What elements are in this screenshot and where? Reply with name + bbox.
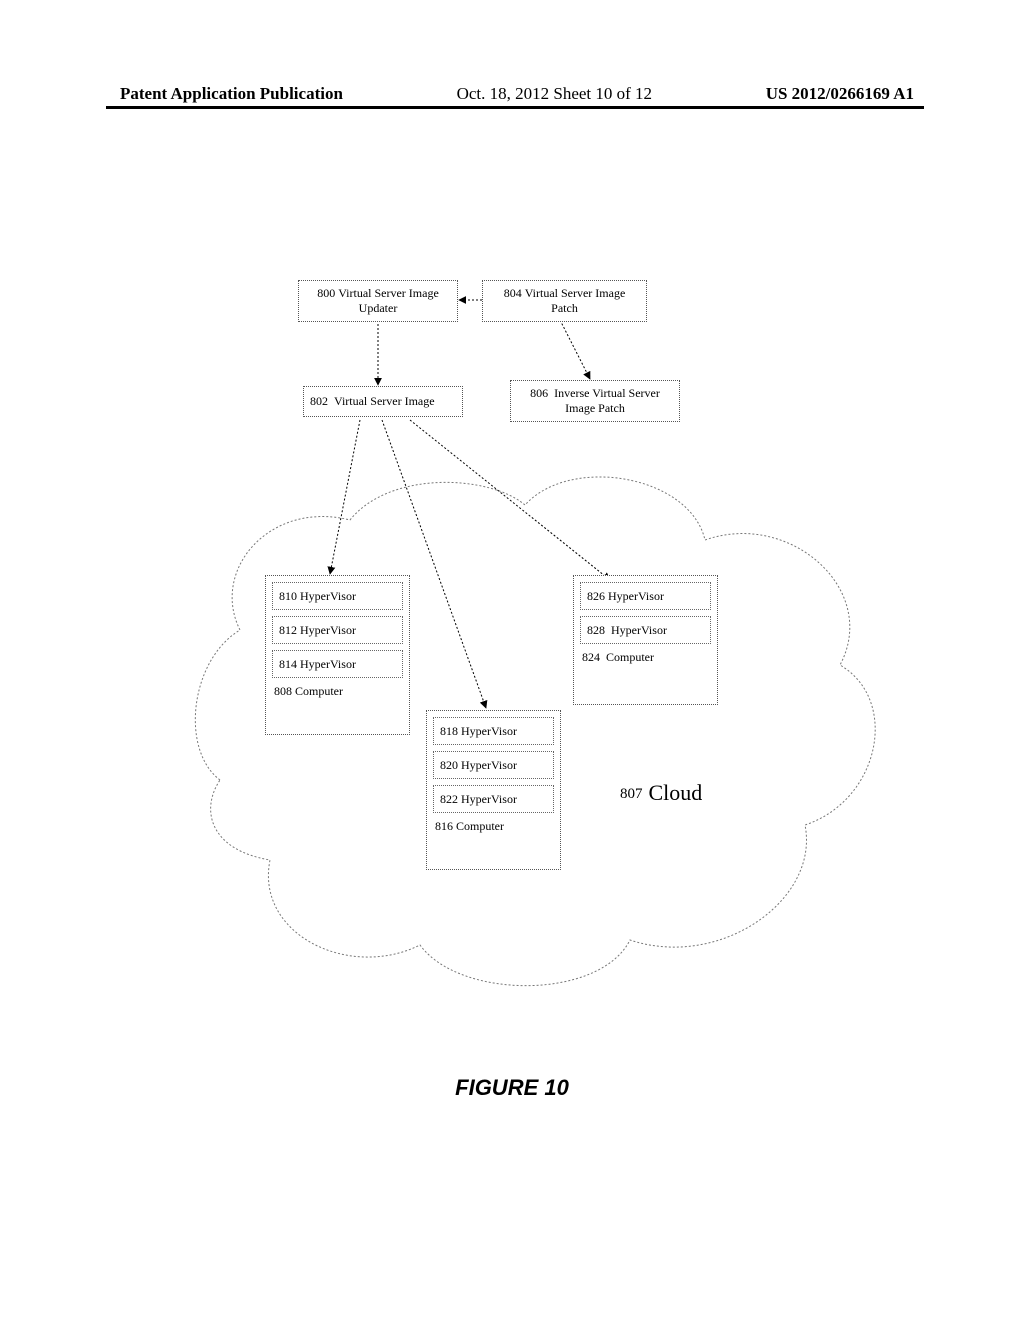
box-800-num: 800 [317,286,335,300]
box-812: 812 HyperVisor [272,616,403,644]
box-822-label: HyperVisor [461,792,517,806]
box-806-num: 806 [530,386,548,400]
box-800: 800Virtual Server Image Updater [298,280,458,322]
box-826-label: HyperVisor [608,589,664,603]
header-right: US 2012/0266169 A1 [766,84,914,104]
box-807-label: Cloud [649,780,703,805]
box-816: 816 Computer [435,819,554,834]
box-810: 810 HyperVisor [272,582,403,610]
box-824-num: 824 [582,650,600,664]
box-812-label: HyperVisor [300,623,356,637]
box-800-label: Virtual Server Image Updater [338,286,439,315]
box-808-container: 810 HyperVisor 812 HyperVisor 814 HyperV… [265,575,410,735]
box-804-num: 804 [504,286,522,300]
box-818-num: 818 [440,724,458,738]
box-812-num: 812 [279,623,297,637]
box-828: 828 HyperVisor [580,616,711,644]
header-center: Oct. 18, 2012 Sheet 10 of 12 [457,84,652,104]
box-806-label: Inverse Virtual Server Image Patch [554,386,660,415]
box-828-num: 828 [587,623,605,637]
box-808-label: Computer [295,684,343,698]
box-820-num: 820 [440,758,458,772]
box-810-num: 810 [279,589,297,603]
box-808: 808 Computer [274,684,403,699]
box-824: 824 Computer [582,650,711,665]
box-807-num: 807 [620,786,643,802]
box-828-label: HyperVisor [611,623,667,637]
box-810-label: HyperVisor [300,589,356,603]
box-826-num: 826 [587,589,605,603]
box-804-label: Virtual Server Image Patch [525,286,626,315]
box-804: 804Virtual Server Image Patch [482,280,647,322]
box-802-label: Virtual Server Image [334,394,435,408]
box-806: 806 Inverse Virtual Server Image Patch [510,380,680,422]
box-822: 822 HyperVisor [433,785,554,813]
header-rule [106,106,924,109]
box-808-num: 808 [274,684,292,698]
figure-diagram: 800Virtual Server Image Updater 804Virtu… [160,280,880,1040]
header-left: Patent Application Publication [120,84,343,104]
box-814-label: HyperVisor [300,657,356,671]
box-814-num: 814 [279,657,297,671]
cloud-label: 807 Cloud [620,780,702,806]
page-header: Patent Application Publication Oct. 18, … [0,84,1024,104]
box-802: 802 Virtual Server Image [303,386,463,417]
box-820: 820 HyperVisor [433,751,554,779]
box-822-num: 822 [440,792,458,806]
box-802-num: 802 [310,394,328,408]
box-826: 826 HyperVisor [580,582,711,610]
box-818: 818 HyperVisor [433,717,554,745]
box-820-label: HyperVisor [461,758,517,772]
box-824-label: Computer [606,650,654,664]
box-816-num: 816 [435,819,453,833]
box-816-label: Computer [456,819,504,833]
box-816-container: 818 HyperVisor 820 HyperVisor 822 HyperV… [426,710,561,870]
box-814: 814 HyperVisor [272,650,403,678]
box-824-container: 826 HyperVisor 828 HyperVisor 824 Comput… [573,575,718,705]
figure-caption: FIGURE 10 [0,1075,1024,1101]
box-818-label: HyperVisor [461,724,517,738]
